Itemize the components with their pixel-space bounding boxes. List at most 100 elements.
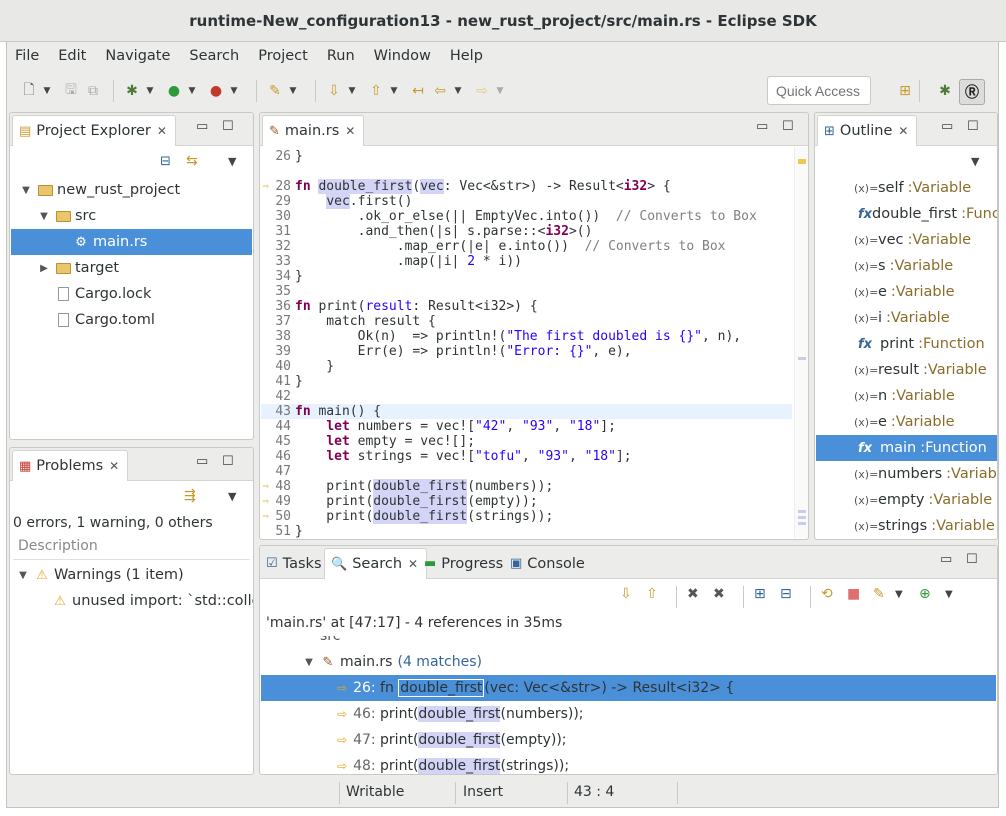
code-line[interactable]: 30 .ok_or_else(|| EmptyVec.into()) // Co… bbox=[261, 209, 792, 224]
debug-dropdown-icon[interactable]: ▼ bbox=[144, 86, 156, 96]
code-line[interactable]: 44 let numbers = vec!["42", "93", "18"]; bbox=[261, 419, 792, 434]
partial-folder-row[interactable]: src bbox=[320, 636, 996, 649]
occurrence-marker-icon[interactable] bbox=[798, 510, 806, 513]
tab-main-rs[interactable]: ✎ main.rs ✕ bbox=[262, 115, 365, 146]
project-tree-item[interactable]: ⚙ main.rs bbox=[11, 229, 252, 255]
view-menu-icon[interactable]: ▼ bbox=[971, 155, 979, 168]
code-line[interactable]: 42 bbox=[261, 389, 792, 404]
code-line[interactable]: 37 match result { bbox=[261, 314, 792, 329]
maximize-icon[interactable]: ☐ bbox=[966, 552, 978, 567]
code-line[interactable]: 45 let empty = vec![]; bbox=[261, 434, 792, 449]
new-icon[interactable]: 🗋 bbox=[19, 81, 39, 101]
project-tree-item[interactable]: Cargo.toml bbox=[11, 307, 252, 333]
link-with-editor-icon[interactable]: ⇆ bbox=[186, 153, 198, 169]
outline-item[interactable]: (x)= strings:Variable bbox=[816, 513, 997, 539]
warnings-group[interactable]: ▼ ⚠ Warnings (1 item) bbox=[16, 562, 184, 588]
project-tree-item[interactable]: Cargo.lock bbox=[11, 281, 252, 307]
debug-perspective-icon[interactable]: ✱ bbox=[935, 81, 955, 101]
back-dropdown-icon[interactable]: ▼ bbox=[452, 86, 464, 96]
code-line[interactable]: 31 .and_then(|s| s.parse::<i32>() bbox=[261, 224, 792, 239]
code-line[interactable]: 26} bbox=[261, 149, 792, 164]
close-icon[interactable]: ✕ bbox=[109, 459, 119, 473]
project-tree-item[interactable]: ▼ src bbox=[11, 203, 252, 229]
save-all-icon[interactable]: ⧉ bbox=[83, 81, 103, 101]
menu-run[interactable]: Run bbox=[327, 48, 355, 64]
previous-annotation-icon[interactable]: ⇧ bbox=[366, 81, 386, 101]
code-line[interactable]: 47 bbox=[261, 464, 792, 479]
outline-item[interactable]: (x)= s:Variable bbox=[816, 253, 997, 279]
code-line[interactable]: ⇨ 49 print(double_first(empty)); bbox=[261, 494, 792, 509]
collapse-all-icon[interactable]: ⊟ bbox=[160, 154, 171, 169]
warning-marker-icon[interactable] bbox=[798, 159, 806, 164]
remove-match-icon[interactable]: ✖ bbox=[687, 586, 713, 606]
next-annotation-icon[interactable]: ⇩ bbox=[324, 81, 344, 101]
maximize-icon[interactable]: ☐ bbox=[222, 119, 234, 134]
search-history-icon[interactable]: ✎ bbox=[873, 586, 895, 606]
remove-all-matches-icon[interactable]: ✖ bbox=[713, 586, 743, 606]
code-line[interactable] bbox=[261, 164, 792, 179]
search-result-row[interactable]: ⇨ 46: print(double_first (numbers)); bbox=[261, 701, 996, 727]
search-result-row[interactable]: ⇨ 26: fn double_first (vec: Vec<&str>) -> … bbox=[261, 675, 996, 701]
tab-progress[interactable]: ▬ Progress bbox=[418, 548, 511, 579]
code-line[interactable]: ⇨ 48 print(double_first(numbers)); bbox=[261, 479, 792, 494]
outline-item[interactable]: (x)= i:Variable bbox=[816, 305, 997, 331]
project-tree-item[interactable]: ▼ new_rust_project bbox=[11, 177, 252, 203]
next-annotation-dropdown-icon[interactable]: ▼ bbox=[346, 86, 358, 96]
menu-search[interactable]: Search bbox=[189, 48, 239, 64]
view-menu-icon[interactable]: ▼ bbox=[228, 155, 236, 168]
close-icon[interactable]: ✕ bbox=[408, 557, 418, 571]
last-edit-location-icon[interactable]: ↤ bbox=[408, 81, 428, 101]
code-line[interactable]: ⇨ 50 print(double_first(strings)); bbox=[261, 509, 792, 524]
occurrence-marker-icon[interactable] bbox=[798, 357, 806, 360]
chevron-down-icon[interactable]: ▼ bbox=[302, 657, 316, 668]
open-type-icon[interactable]: ✎ bbox=[265, 81, 285, 101]
open-type-dropdown-icon[interactable]: ▼ bbox=[287, 86, 299, 96]
rust-perspective-icon[interactable]: Ⓡ bbox=[959, 79, 985, 105]
minimize-icon[interactable]: ▭ bbox=[941, 119, 953, 134]
code-line[interactable]: 51} bbox=[261, 524, 792, 538]
tab-problems[interactable]: ▦ Problems ✕ bbox=[12, 450, 129, 481]
refresh-icon[interactable]: ⟲ bbox=[821, 586, 847, 606]
warning-item[interactable]: ⚠ unused import: `std::collectic bbox=[52, 588, 253, 614]
code-line[interactable]: ⇨ 28 fn double_first(vec: Vec<&str>) -> Re… bbox=[261, 179, 792, 194]
back-icon[interactable]: ⇦ bbox=[430, 81, 450, 101]
outline-item[interactable]: (x)= self:Variable bbox=[816, 175, 997, 201]
outline-item[interactable]: (x)= vec:Variable bbox=[816, 227, 997, 253]
open-perspective-icon[interactable]: ⊞ bbox=[895, 81, 915, 101]
code-line[interactable]: 35 bbox=[261, 284, 792, 299]
outline-item[interactable]: (x)= e:Variable bbox=[816, 409, 997, 435]
save-icon[interactable]: 🖫 bbox=[61, 81, 81, 101]
code-editor[interactable]: 26} ⇨ 28 fn double_first(vec: Vec<&str>) ->… bbox=[261, 147, 792, 538]
outline-item[interactable]: (x)= e:Variable bbox=[816, 279, 997, 305]
tab-outline[interactable]: ⊞ Outline ✕ bbox=[817, 115, 918, 146]
search-file-row[interactable]: ▼ ✎ main.rs (4 matches) bbox=[302, 649, 996, 675]
code-line[interactable]: 29 vec.first() bbox=[261, 194, 792, 209]
close-icon[interactable]: ✕ bbox=[157, 124, 167, 138]
tab-project-explorer[interactable]: ▤ Project Explorer ✕ bbox=[12, 115, 176, 146]
code-line[interactable]: 38 Ok(n) => println!("The first doubled … bbox=[261, 329, 792, 344]
outline-item[interactable]: (x)= n:Variable bbox=[816, 383, 997, 409]
tab-search[interactable]: 🔍 Search ✕ bbox=[324, 548, 428, 579]
search-result-row[interactable]: ⇨ 48: print(double_first (strings)); bbox=[261, 753, 996, 774]
external-tools-dropdown-icon[interactable]: ▼ bbox=[228, 86, 240, 96]
code-line[interactable]: 39 Err(e) => println!("Error: {}", e), bbox=[261, 344, 792, 359]
debug-icon[interactable]: ✱ bbox=[122, 81, 142, 101]
forward-dropdown-icon[interactable]: ▼ bbox=[494, 86, 506, 96]
forward-icon[interactable]: ⇨ bbox=[472, 81, 492, 101]
outline-item[interactable]: fx double_first:Func bbox=[816, 201, 997, 227]
expand-all-icon[interactable]: ⊞ bbox=[754, 586, 780, 606]
menu-file[interactable]: File bbox=[15, 48, 39, 64]
view-menu-icon[interactable]: ▼ bbox=[945, 586, 965, 606]
occurrence-marker-icon[interactable] bbox=[798, 522, 806, 525]
search-history-dropdown-icon[interactable]: ▼ bbox=[895, 586, 919, 606]
outline-item[interactable]: (x)=numbers:Variable bbox=[816, 461, 997, 487]
previous-match-icon[interactable]: ⇧ bbox=[646, 586, 676, 606]
chevron-down-icon[interactable]: ▼ bbox=[16, 570, 30, 581]
maximize-icon[interactable]: ☐ bbox=[222, 454, 234, 469]
close-icon[interactable]: ✕ bbox=[345, 124, 355, 138]
maximize-icon[interactable]: ☐ bbox=[782, 119, 794, 134]
maximize-icon[interactable]: ☐ bbox=[967, 119, 979, 134]
external-tools-icon[interactable]: ● bbox=[206, 81, 226, 101]
next-match-icon[interactable]: ⇩ bbox=[620, 586, 646, 606]
code-line[interactable]: 34} bbox=[261, 269, 792, 284]
